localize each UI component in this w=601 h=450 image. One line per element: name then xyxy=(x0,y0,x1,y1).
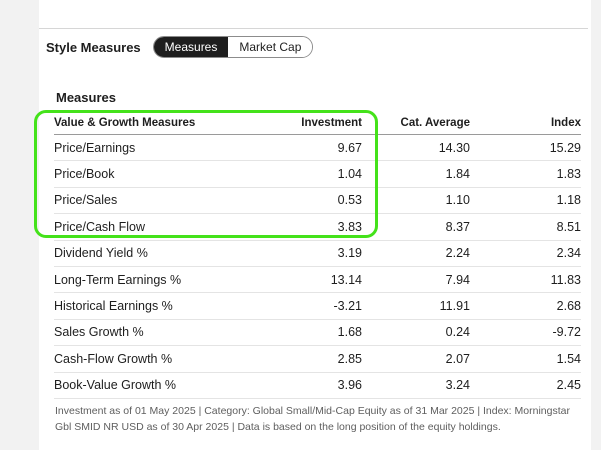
right-margin-strip xyxy=(591,0,601,450)
index-value: 1.54 xyxy=(470,345,581,373)
cat-average-value: 11.91 xyxy=(362,292,470,320)
table-row: Sales Growth % 1.68 0.24 -9.72 xyxy=(54,319,581,347)
index-value: 2.68 xyxy=(470,292,581,320)
cat-average-value: 1.10 xyxy=(362,187,470,215)
row-label: Historical Earnings % xyxy=(54,292,274,320)
row-label: Dividend Yield % xyxy=(54,240,274,267)
cat-average-value: 14.30 xyxy=(362,134,470,162)
index-value: 2.45 xyxy=(470,372,581,399)
investment-value: 1.68 xyxy=(274,319,362,347)
market-cap-toggle-button[interactable]: Market Cap xyxy=(228,37,313,57)
investment-value: -3.21 xyxy=(274,292,362,320)
column-header-investment: Investment xyxy=(274,112,362,135)
index-value: 15.29 xyxy=(470,134,581,162)
cat-average-value: 7.94 xyxy=(362,266,470,294)
table-row: Cash-Flow Growth % 2.85 2.07 1.54 xyxy=(54,345,581,373)
row-label: Sales Growth % xyxy=(54,319,274,347)
investment-value: 3.19 xyxy=(274,240,362,267)
table-row: Price/Book 1.04 1.84 1.83 xyxy=(54,160,581,188)
row-label: Book-Value Growth % xyxy=(54,372,274,399)
cat-average-value: 2.07 xyxy=(362,345,470,373)
table-header-row: Value & Growth Measures Investment Cat. … xyxy=(54,112,581,135)
column-header-index: Index xyxy=(470,112,581,135)
data-footnote: Investment as of 01 May 2025 | Category:… xyxy=(55,405,570,433)
table-row: Book-Value Growth % 3.96 3.24 2.45 xyxy=(54,372,581,399)
row-label: Price/Earnings xyxy=(54,134,274,162)
measures-toggle-button[interactable]: Measures xyxy=(153,37,229,57)
investment-value: 1.04 xyxy=(274,160,362,188)
table-row: Long-Term Earnings % 13.14 7.94 11.83 xyxy=(54,266,581,294)
row-label: Cash-Flow Growth % xyxy=(54,345,274,373)
row-label: Price/Cash Flow xyxy=(54,213,274,241)
index-value: 1.83 xyxy=(470,160,581,188)
measures-toggle-group: Measures Market Cap xyxy=(152,36,314,58)
table-row: Price/Earnings 9.67 14.30 15.29 xyxy=(54,134,581,162)
style-measures-title: Style Measures xyxy=(46,39,141,55)
investment-value: 9.67 xyxy=(274,134,362,162)
table-row: Dividend Yield % 3.19 2.24 2.34 xyxy=(54,240,581,267)
index-value: 11.83 xyxy=(470,266,581,294)
column-header-measure: Value & Growth Measures xyxy=(54,112,274,135)
index-value: -9.72 xyxy=(470,319,581,347)
table-row: Price/Sales 0.53 1.10 1.18 xyxy=(54,187,581,215)
style-measures-header: Style Measures Measures Market Cap xyxy=(46,35,314,59)
top-divider xyxy=(39,28,588,29)
investment-value: 13.14 xyxy=(274,266,362,294)
index-value: 2.34 xyxy=(470,240,581,267)
left-margin-strip xyxy=(0,0,39,450)
cat-average-value: 8.37 xyxy=(362,213,470,241)
cat-average-value: 2.24 xyxy=(362,240,470,267)
measures-table: Value & Growth Measures Investment Cat. … xyxy=(54,112,581,399)
index-value: 8.51 xyxy=(470,213,581,241)
row-label: Long-Term Earnings % xyxy=(54,266,274,294)
investment-value: 0.53 xyxy=(274,187,362,215)
investment-value: 3.83 xyxy=(274,213,362,241)
table-row: Price/Cash Flow 3.83 8.37 8.51 xyxy=(54,213,581,241)
index-value: 1.18 xyxy=(470,187,581,215)
investment-value: 2.85 xyxy=(274,345,362,373)
measures-table-body: Price/Earnings 9.67 14.30 15.29 Price/Book 1.… xyxy=(54,134,581,399)
row-label: Price/Book xyxy=(54,160,274,188)
table-row: Historical Earnings % -3.21 11.91 2.68 xyxy=(54,292,581,320)
cat-average-value: 1.84 xyxy=(362,160,470,188)
investment-value: 3.96 xyxy=(274,372,362,399)
column-header-cat-average: Cat. Average xyxy=(362,112,470,135)
measures-section-title: Measures xyxy=(56,90,116,105)
cat-average-value: 3.24 xyxy=(362,372,470,399)
row-label: Price/Sales xyxy=(54,187,274,215)
cat-average-value: 0.24 xyxy=(362,319,470,347)
